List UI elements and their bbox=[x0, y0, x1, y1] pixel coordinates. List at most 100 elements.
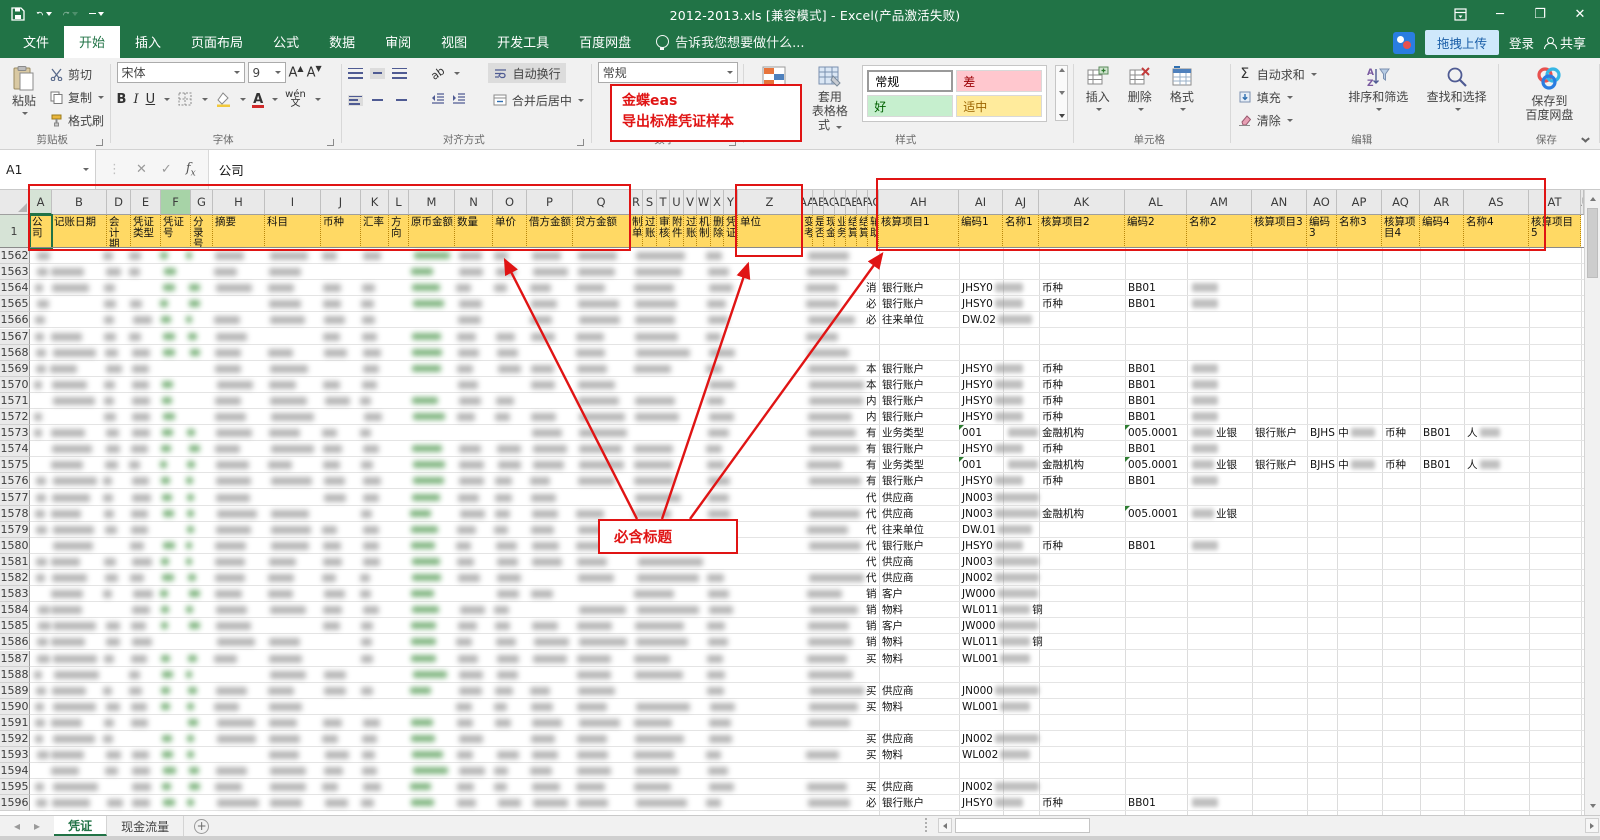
grid-cell-AI-1577[interactable]: JN003 bbox=[962, 491, 1041, 505]
column-header-Z[interactable]: Z bbox=[738, 190, 802, 215]
italic-button[interactable]: I bbox=[133, 92, 138, 107]
header-cell-AT[interactable]: 核算项目5 bbox=[1529, 215, 1581, 248]
header-cell-AH[interactable]: 核算项目1 bbox=[879, 215, 959, 248]
column-header-E[interactable]: E bbox=[131, 190, 161, 215]
grid-cell-AK-1574[interactable]: 币种 bbox=[1042, 442, 1063, 456]
column-header-X[interactable]: X bbox=[711, 190, 724, 215]
grid-cell-AS-1575[interactable]: 人 bbox=[1467, 458, 1502, 472]
column-header-V[interactable]: V bbox=[684, 190, 697, 215]
header-cell-W[interactable]: 机制 bbox=[697, 215, 711, 248]
grid-cell-AI-1592[interactable]: JN002 bbox=[962, 732, 1041, 746]
delete-cells-button[interactable]: 删除 bbox=[1122, 62, 1158, 115]
align-center-icon[interactable] bbox=[370, 95, 385, 106]
column-header-F[interactable]: F bbox=[161, 190, 191, 215]
namebox-splitter[interactable]: ⋮ bbox=[108, 162, 122, 177]
grid-cell-AL-1569[interactable]: BB01 bbox=[1128, 362, 1156, 376]
column-header-AT[interactable]: AT bbox=[1529, 190, 1581, 215]
grid-cell-AK-1571[interactable]: 币种 bbox=[1042, 394, 1063, 408]
increase-indent-icon[interactable] bbox=[452, 93, 466, 108]
ribbon-tab-8[interactable]: 开发工具 bbox=[482, 26, 564, 58]
header-cell-N[interactable]: 数量 bbox=[455, 215, 493, 248]
ribbon-tab-2[interactable]: 插入 bbox=[120, 26, 176, 58]
header-cell-I[interactable]: 科目 bbox=[265, 215, 321, 248]
column-header-Q[interactable]: Q bbox=[573, 190, 630, 215]
column-header-K[interactable]: K bbox=[361, 190, 389, 215]
paste-button[interactable]: 粘贴 bbox=[6, 62, 42, 119]
column-header-R[interactable]: R bbox=[630, 190, 643, 215]
grid-cell-AL-1571[interactable]: BB01 bbox=[1128, 394, 1156, 408]
grid-cell-AQ-1573[interactable]: 币种 bbox=[1385, 426, 1406, 440]
font-name-select[interactable]: 宋体 bbox=[117, 62, 245, 83]
row-number-1593[interactable]: 1593 bbox=[0, 747, 30, 763]
column-header-AI[interactable]: AI bbox=[959, 190, 1003, 215]
insert-function-icon[interactable]: fx bbox=[186, 161, 196, 179]
grid-cell-AH-1574[interactable]: 银行账户 bbox=[882, 442, 924, 456]
header-cell-AS[interactable]: 名称4 bbox=[1464, 215, 1529, 248]
row-number-1586[interactable]: 1586 bbox=[0, 634, 30, 650]
bold-button[interactable]: B bbox=[117, 92, 127, 107]
grid-cell-AH-1576[interactable]: 银行账户 bbox=[882, 474, 924, 488]
ribbon-tab-1[interactable]: 开始 bbox=[64, 26, 120, 58]
grid-cell-AL-1572[interactable]: BB01 bbox=[1128, 410, 1156, 424]
grid-cell-AM-1564[interactable] bbox=[1190, 281, 1220, 295]
grid-cell-AK-1578[interactable]: 金融机构 bbox=[1042, 507, 1084, 521]
column-header-AR[interactable]: AR bbox=[1420, 190, 1464, 215]
row-number-1577[interactable]: 1577 bbox=[0, 490, 30, 506]
row-number-1592[interactable]: 1592 bbox=[0, 731, 30, 747]
header-cell-G[interactable]: 分录号 bbox=[191, 215, 213, 248]
column-header-AK[interactable]: AK bbox=[1039, 190, 1125, 215]
grid-cell-AH-1578[interactable]: 供应商 bbox=[882, 507, 914, 521]
grid-cell-AK-1596[interactable]: 币种 bbox=[1042, 796, 1063, 810]
clear-button[interactable]: 清除 bbox=[1237, 110, 1336, 130]
column-header-AH[interactable]: AH bbox=[879, 190, 959, 215]
grid-cell-AI-1576[interactable]: JHSY0 bbox=[962, 474, 1025, 488]
format-as-table-button[interactable]: 套用表格格式 bbox=[804, 62, 857, 136]
row-number-1571[interactable]: 1571 bbox=[0, 393, 30, 409]
redo-caret[interactable] bbox=[72, 12, 78, 16]
column-header-AM[interactable]: AM bbox=[1187, 190, 1252, 215]
fill-button[interactable]: 填充 bbox=[1237, 87, 1336, 107]
grid-cell-AM-1565[interactable] bbox=[1190, 297, 1220, 311]
login-button[interactable]: 登录 bbox=[1509, 33, 1534, 52]
redo-icon[interactable] bbox=[62, 6, 78, 22]
format-painter-button[interactable]: 格式刷 bbox=[48, 110, 104, 130]
row-number-1584[interactable]: 1584 bbox=[0, 602, 30, 618]
borders-icon[interactable] bbox=[177, 91, 193, 107]
column-header-AF[interactable]: AF bbox=[857, 190, 868, 215]
grid-cell-AH-1575[interactable]: 业务类型 bbox=[882, 458, 924, 472]
grid-cell-AH-1587[interactable]: 物料 bbox=[882, 652, 903, 666]
orientation-icon[interactable]: ab bbox=[428, 64, 447, 83]
font-size-select[interactable]: 9 bbox=[248, 62, 286, 83]
grid-cell-AM-1573[interactable]: 业银 bbox=[1190, 426, 1237, 440]
header-cell-K[interactable]: 汇率 bbox=[361, 215, 389, 248]
wrap-text-button[interactable]: 自动换行 bbox=[488, 63, 566, 83]
header-cell-AP[interactable]: 名称3 bbox=[1337, 215, 1382, 248]
confirm-entry-icon[interactable]: ✓ bbox=[161, 162, 172, 177]
row-number-1572[interactable]: 1572 bbox=[0, 409, 30, 425]
header-cell-AB[interactable]: 是否 bbox=[813, 215, 824, 248]
grid-cell-AH-1596[interactable]: 银行账户 bbox=[882, 796, 924, 810]
scroll-down-icon[interactable] bbox=[1587, 800, 1598, 811]
column-header-AB[interactable]: AB bbox=[813, 190, 824, 215]
ribbon-tab-5[interactable]: 数据 bbox=[314, 26, 370, 58]
row-number-1579[interactable]: 1579 bbox=[0, 522, 30, 538]
undo-caret[interactable] bbox=[46, 12, 52, 16]
grid-cell-AH-1573[interactable]: 业务类型 bbox=[882, 426, 924, 440]
styles-gallery-scroll[interactable] bbox=[1055, 65, 1068, 121]
align-bottom-icon[interactable] bbox=[392, 68, 407, 79]
column-header-A[interactable]: A bbox=[30, 190, 52, 215]
grid-cell-AR-1575[interactable]: BB01 bbox=[1423, 458, 1451, 472]
row-number-1589[interactable]: 1589 bbox=[0, 683, 30, 699]
ribbon-tab-4[interactable]: 公式 bbox=[258, 26, 314, 58]
grid-cell-AM-1572[interactable] bbox=[1190, 410, 1220, 424]
grid-cell-AI-1584[interactable]: WL011铜 bbox=[962, 603, 1043, 617]
grid-cell-AI-1572[interactable]: JHSY0 bbox=[962, 410, 1025, 424]
next-sheet-icon[interactable]: ▸ bbox=[34, 819, 40, 833]
column-header-U[interactable]: U bbox=[670, 190, 684, 215]
close-button[interactable]: ✕ bbox=[1560, 0, 1600, 28]
grid-cell-AI-1575[interactable]: 001 bbox=[962, 458, 982, 472]
decrease-indent-icon[interactable] bbox=[431, 93, 445, 108]
grid-cell-AH-1593[interactable]: 物料 bbox=[882, 748, 903, 762]
baidu-netdisk-icon[interactable] bbox=[1393, 32, 1415, 54]
new-sheet-button[interactable]: + bbox=[194, 819, 209, 834]
